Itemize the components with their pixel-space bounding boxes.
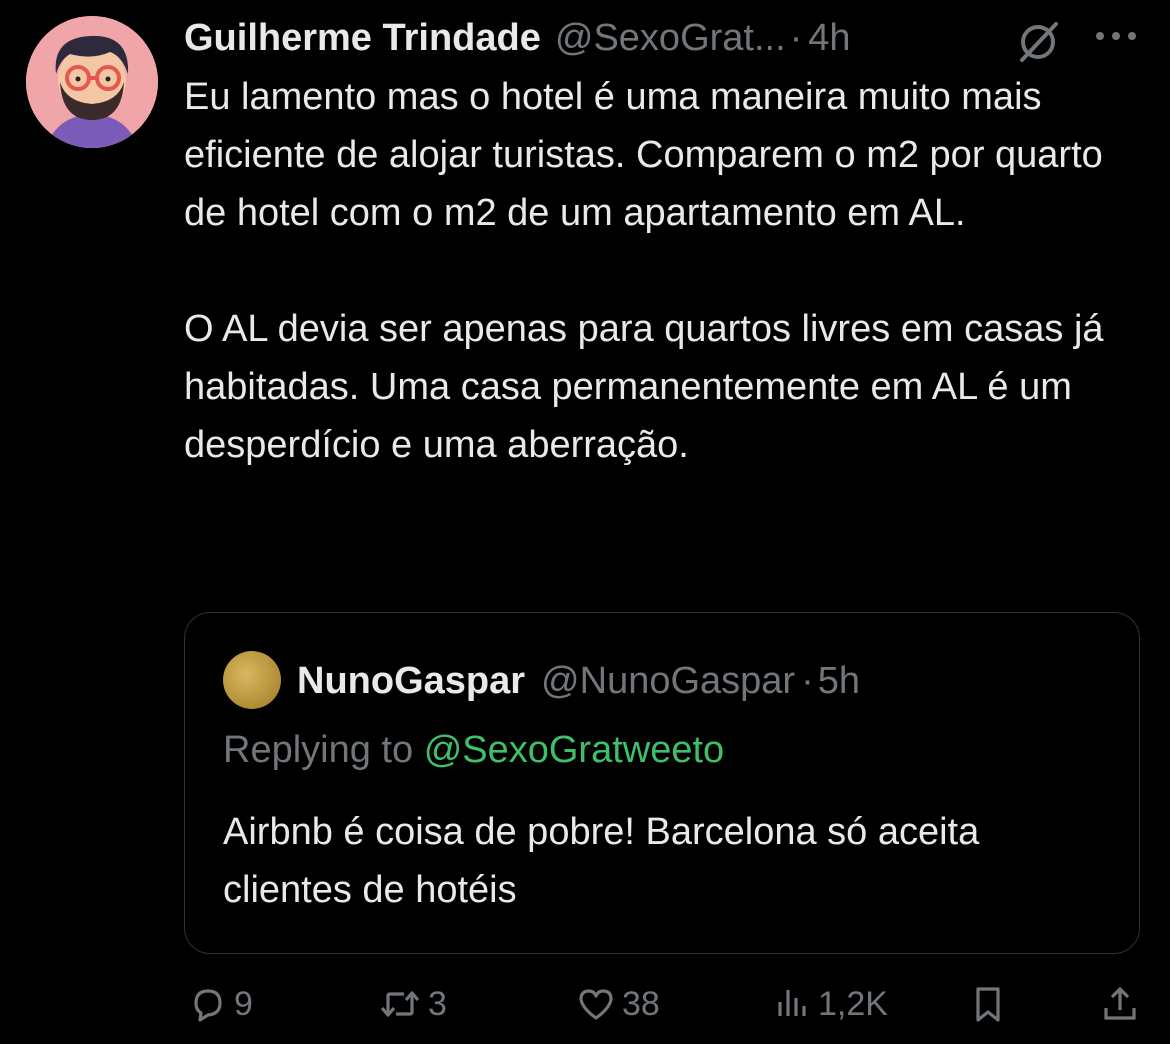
heart-icon bbox=[576, 984, 616, 1024]
tweet[interactable]: Guilherme Trindade @SexoGrat... · 4h Eu … bbox=[0, 0, 1170, 1044]
replying-to: Replying to @SexoGratweeto bbox=[223, 729, 724, 772]
quoted-author-name[interactable]: NunoGaspar bbox=[297, 660, 525, 703]
retweet-button[interactable]: 3 bbox=[378, 978, 447, 1030]
retweet-icon bbox=[378, 984, 422, 1024]
tweet-paragraph-1: Eu lamento mas o hotel é uma maneira mui… bbox=[184, 76, 1103, 234]
bookmark-button[interactable] bbox=[968, 978, 1008, 1030]
quoted-text: Airbnb é coisa de pobre! Barcelona só ac… bbox=[223, 811, 980, 911]
quoted-time[interactable]: 5h bbox=[818, 660, 860, 703]
action-bar: 9 3 38 1,2K bbox=[184, 978, 1144, 1030]
replying-mention[interactable]: @SexoGratweeto bbox=[424, 729, 725, 771]
tweet-time[interactable]: 4h bbox=[808, 17, 850, 60]
separator-dot: · bbox=[789, 16, 803, 59]
author-name[interactable]: Guilherme Trindade bbox=[184, 17, 541, 60]
grok-icon[interactable] bbox=[1016, 18, 1062, 64]
like-button[interactable]: 38 bbox=[576, 978, 660, 1030]
views-icon bbox=[772, 984, 812, 1024]
author-handle[interactable]: @SexoGrat... bbox=[555, 17, 786, 60]
share-button[interactable] bbox=[1100, 978, 1140, 1030]
quoted-author-handle[interactable]: @NunoGaspar bbox=[541, 660, 795, 703]
views-button[interactable]: 1,2K bbox=[772, 978, 888, 1030]
quoted-tweet[interactable]: NunoGaspar @NunoGaspar · 5h Replying to … bbox=[184, 612, 1140, 954]
tweet-paragraph-2: O AL devia ser apenas para quartos livre… bbox=[184, 308, 1104, 466]
author-avatar[interactable] bbox=[26, 16, 158, 148]
reply-button[interactable]: 9 bbox=[188, 978, 253, 1030]
quoted-header: NunoGaspar @NunoGaspar · 5h bbox=[297, 653, 860, 709]
retweet-count: 3 bbox=[428, 984, 447, 1023]
like-count: 38 bbox=[622, 984, 660, 1023]
quoted-avatar[interactable] bbox=[223, 651, 281, 709]
bookmark-icon bbox=[968, 984, 1008, 1024]
quoted-separator-dot: · bbox=[801, 659, 814, 702]
replying-prefix: Replying to bbox=[223, 729, 414, 771]
views-count: 1,2K bbox=[818, 984, 888, 1023]
reply-count: 9 bbox=[234, 984, 253, 1023]
tweet-header: Guilherme Trindade @SexoGrat... · 4h bbox=[184, 12, 1150, 64]
more-icon[interactable] bbox=[1092, 28, 1140, 44]
tweet-text: Eu lamento mas o hotel é uma maneira mui… bbox=[184, 68, 1144, 474]
share-icon bbox=[1100, 984, 1140, 1024]
reply-icon bbox=[188, 984, 228, 1024]
